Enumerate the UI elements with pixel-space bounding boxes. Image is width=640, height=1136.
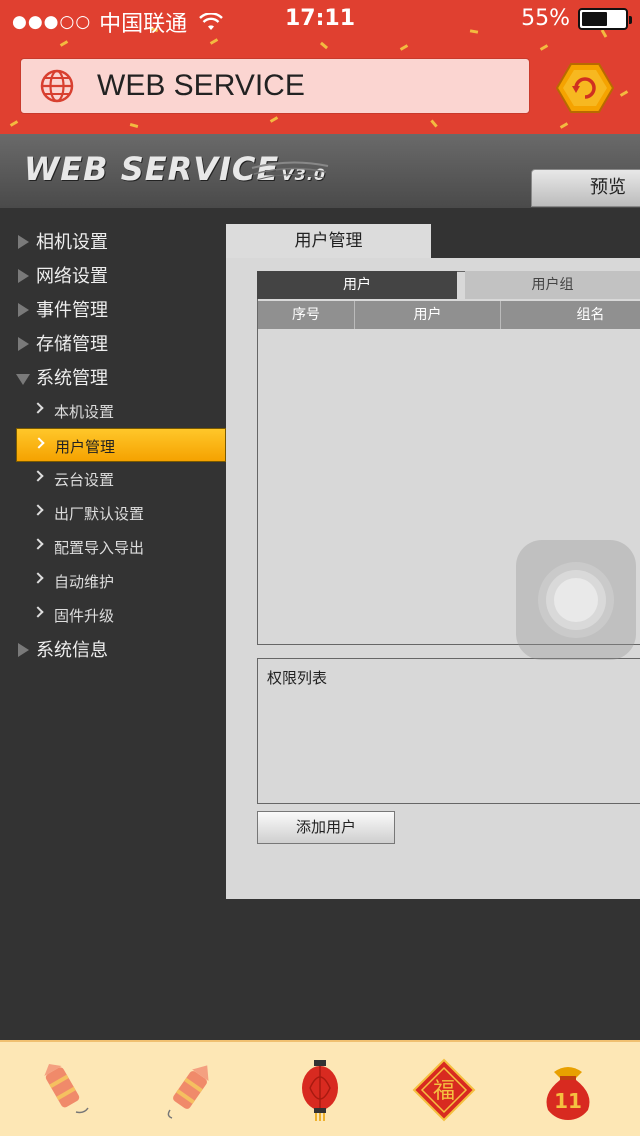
column-header-group: 组名 <box>576 307 605 323</box>
browser-top-bar: ●●●○○ 中国联通 17:11 55% WEB SERVICE <box>0 0 640 134</box>
permission-list-title: 权限列表 <box>267 669 328 687</box>
expand-triangle-icon <box>18 643 29 657</box>
sidebar-item-config-import-export[interactable]: 配置导入导出 <box>16 530 226 564</box>
status-bar: ●●●○○ 中国联通 17:11 55% <box>0 0 640 40</box>
battery-icon <box>578 7 632 30</box>
expand-triangle-icon <box>18 269 29 283</box>
logo-swoosh-icon <box>251 161 329 181</box>
chevron-right-icon <box>32 470 44 482</box>
assistive-touch-button[interactable] <box>516 540 636 660</box>
sidebar-group-system-info[interactable]: 系统信息 <box>0 632 226 666</box>
battery-percent: 55% <box>521 6 570 31</box>
sidebar: 相机设置 网络设置 事件管理 存储管理 系统管理 本机设置 用户管理 云台设置 … <box>0 208 226 1040</box>
sidebar-group-system[interactable]: 系统管理 <box>0 360 226 394</box>
sidebar-item-user-management[interactable]: 用户管理 <box>16 428 226 462</box>
column-header-index: 序号 <box>258 301 355 329</box>
chevron-right-icon <box>32 402 44 414</box>
refresh-button[interactable] <box>556 62 614 114</box>
tab-user-management[interactable]: 用户管理 <box>226 224 431 258</box>
url-bar[interactable]: WEB SERVICE <box>20 58 530 114</box>
page-title: WEB SERVICE <box>97 69 305 102</box>
chevron-right-icon <box>33 437 45 449</box>
chevron-right-icon <box>32 572 44 584</box>
globe-icon <box>40 69 74 103</box>
lantern-icon[interactable] <box>288 1058 352 1122</box>
fu-diamond-icon[interactable]: 福 <box>412 1058 476 1122</box>
chevron-right-icon <box>32 606 44 618</box>
expand-triangle-icon <box>18 337 29 351</box>
sidebar-group-camera[interactable]: 相机设置 <box>0 224 226 258</box>
permission-list-panel: 权限列表 <box>257 658 640 804</box>
chevron-right-icon <box>32 538 44 550</box>
chevron-right-icon <box>32 504 44 516</box>
collapse-triangle-icon <box>16 374 30 385</box>
subtab-users[interactable]: 用户 <box>257 271 457 299</box>
main-tabbar: 用户管理 <box>226 224 640 258</box>
sidebar-item-factory-default[interactable]: 出厂默认设置 <box>16 496 226 530</box>
sidebar-group-network[interactable]: 网络设置 <box>0 258 226 292</box>
user-table-header: 序号 用户 组名 <box>258 301 640 329</box>
sidebar-item-firmware-upgrade[interactable]: 固件升级 <box>16 598 226 632</box>
sidebar-item-auto-maintenance[interactable]: 自动维护 <box>16 564 226 598</box>
fu-character: 福 <box>433 1079 455 1104</box>
expand-triangle-icon <box>18 235 29 249</box>
sidebar-item-local-settings[interactable]: 本机设置 <box>16 394 226 428</box>
sidebar-group-storage[interactable]: 存储管理 <box>0 326 226 360</box>
add-user-button[interactable]: 添加用户 <box>257 811 395 844</box>
lucky-bag-number: 11 <box>554 1089 582 1113</box>
lucky-bag-icon[interactable]: 11 <box>536 1058 600 1122</box>
firecracker-rocket-icon[interactable] <box>158 1058 222 1122</box>
column-header-user: 用户 <box>355 301 501 329</box>
sidebar-item-ptz-settings[interactable]: 云台设置 <box>16 462 226 496</box>
preview-button[interactable]: 预览 <box>531 169 640 207</box>
expand-triangle-icon <box>18 303 29 317</box>
subtab-user-groups[interactable]: 用户组 <box>465 271 640 299</box>
sidebar-group-events[interactable]: 事件管理 <box>0 292 226 326</box>
firecracker-icon[interactable] <box>32 1058 96 1122</box>
bottom-festive-bar: 福 11 <box>0 1040 640 1136</box>
